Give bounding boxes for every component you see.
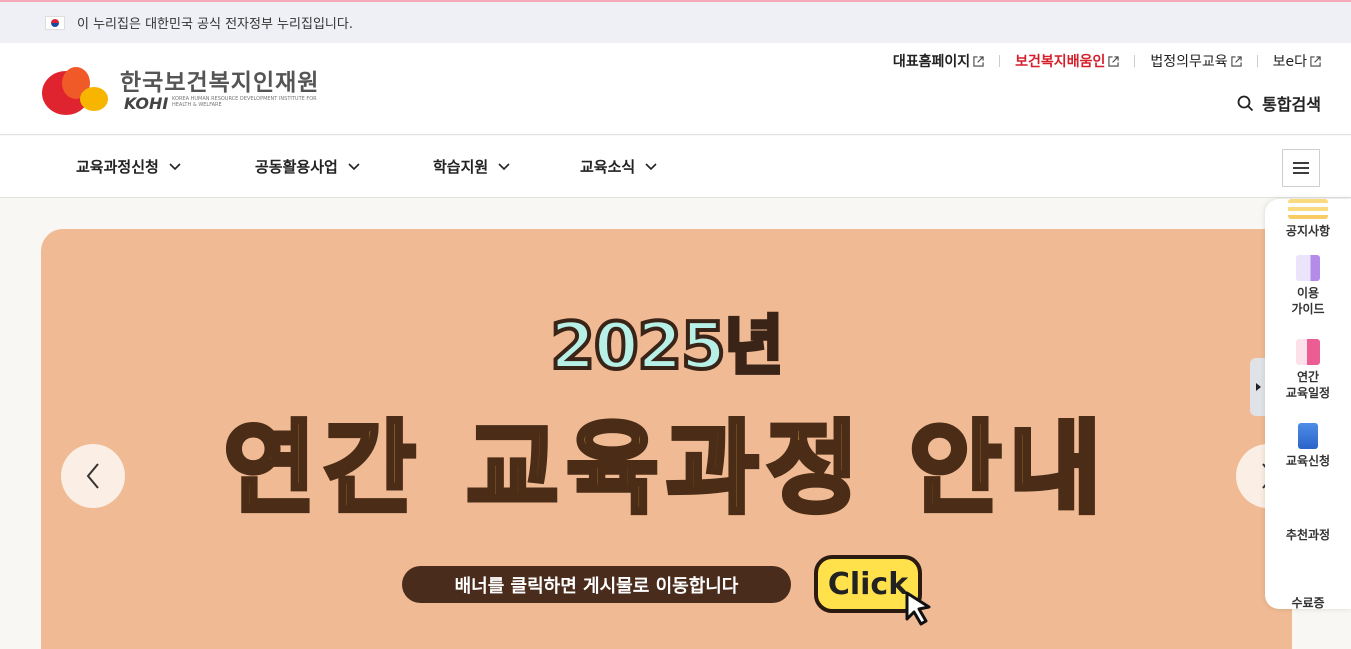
search-label: 통합검색 — [1262, 95, 1321, 114]
banner-subtitle: 배너를 클릭하면 게시물로 이동합니다 — [402, 566, 791, 603]
nav-item-label: 공동활용사업 — [255, 158, 338, 176]
quick-item-recommend[interactable]: 추천과정 — [1265, 527, 1351, 543]
hamburger-icon — [1293, 162, 1309, 174]
chevron-down-icon — [169, 162, 181, 170]
header: 한국보건복지인재원 KOHI KOREA HUMAN RESOURCE DEVE… — [0, 43, 1351, 135]
divider — [999, 55, 1001, 67]
search-button[interactable]: 통합검색 — [1237, 91, 1321, 115]
util-link-mandatory-edu[interactable]: 법정의무교육 — [1150, 51, 1242, 71]
gov-banner-text: 이 누리집은 대한민국 공식 전자정부 누리집입니다. — [77, 17, 353, 32]
external-link-icon — [1108, 55, 1119, 67]
quick-menu: 공지사항 이용 가이드 연간 교육일정 교육신청 추천과정 수료증 — [1265, 199, 1351, 609]
logo-name-ko: 한국보건복지인재원 — [120, 70, 320, 96]
util-link-main-home[interactable]: 대표홈페이지 — [893, 51, 984, 71]
util-link-baeumin[interactable]: 보건복지배움인 — [1015, 51, 1119, 71]
guide-icon — [1296, 255, 1320, 281]
apply-icon — [1298, 423, 1318, 449]
quick-item-apply[interactable]: 교육신청 — [1265, 423, 1351, 469]
quick-menu-toggle[interactable] — [1250, 358, 1266, 416]
chevron-down-icon — [348, 162, 360, 170]
util-link-boeda[interactable]: 보e다 — [1273, 51, 1321, 71]
quick-item-guide[interactable]: 이용 가이드 — [1265, 255, 1351, 317]
quick-item-label: 이용 가이드 — [1291, 286, 1325, 316]
banner-prev-button[interactable] — [61, 444, 125, 508]
logo-subtitle: KOREA HUMAN RESOURCE DEVELOPMENT INSTITU… — [172, 96, 317, 108]
quick-item-label: 수료증 — [1291, 596, 1325, 609]
chevron-left-icon — [86, 463, 99, 489]
external-link-icon — [973, 55, 984, 67]
kohi-logo-icon — [42, 67, 108, 115]
korea-flag-icon — [45, 15, 65, 30]
nav-item-course-apply[interactable]: 교육과정신청 — [76, 156, 181, 177]
nav-item-label: 학습지원 — [433, 158, 489, 176]
caret-right-icon — [1255, 383, 1261, 391]
main-banner[interactable]: 2025년 연간 교육과정 안내 배너를 클릭하면 게시물로 이동합니다 Cli… — [41, 229, 1292, 649]
util-links: 대표홈페이지 보건복지배움인 법정의무교육 보e다 — [893, 51, 1321, 71]
chevron-down-icon — [498, 162, 510, 170]
nav-item-label: 교육소식 — [580, 158, 636, 176]
main-nav: 교육과정신청 공동활용사업 학습지원 교육소식 — [0, 136, 1351, 198]
chevron-down-icon — [645, 162, 657, 170]
nav-item-joint-use[interactable]: 공동활용사업 — [255, 156, 360, 177]
quick-item-label: 연간 교육일정 — [1285, 370, 1331, 400]
cursor-pointer-icon — [905, 591, 931, 626]
logo-name-en: KOHI — [124, 94, 169, 113]
notice-icon — [1288, 199, 1328, 219]
util-link-label: 법정의무교육 — [1150, 54, 1228, 70]
quick-item-label: 공지사항 — [1285, 224, 1331, 238]
external-link-icon — [1310, 55, 1321, 67]
gov-banner: 이 누리집은 대한민국 공식 전자정부 누리집입니다. — [0, 0, 1351, 43]
banner-year: 2025년 — [548, 308, 785, 386]
divider — [1134, 55, 1136, 67]
quick-item-calendar[interactable]: 연간 교육일정 — [1265, 339, 1351, 401]
calendar-icon — [1296, 339, 1320, 365]
site-logo[interactable]: 한국보건복지인재원 KOHI KOREA HUMAN RESOURCE DEVE… — [40, 61, 330, 121]
external-link-icon — [1230, 55, 1242, 67]
search-icon — [1237, 95, 1254, 111]
util-link-label: 보건복지배움인 — [1015, 54, 1106, 70]
util-link-label: 보e다 — [1272, 54, 1307, 70]
nav-item-learning-support[interactable]: 학습지원 — [433, 156, 510, 177]
divider — [1256, 55, 1258, 67]
quick-item-notice[interactable]: 공지사항 — [1265, 199, 1351, 239]
quick-item-certificate[interactable]: 수료증 — [1265, 595, 1351, 609]
hamburger-menu-button[interactable] — [1282, 149, 1320, 187]
nav-item-edu-news[interactable]: 교육소식 — [580, 156, 657, 177]
nav-item-label: 교육과정신청 — [76, 158, 159, 176]
quick-item-label: 교육신청 — [1285, 454, 1331, 468]
util-link-label: 대표홈페이지 — [892, 54, 971, 70]
banner-title: 연간 교육과정 안내 — [221, 408, 1110, 530]
quick-item-label: 추천과정 — [1285, 528, 1331, 542]
